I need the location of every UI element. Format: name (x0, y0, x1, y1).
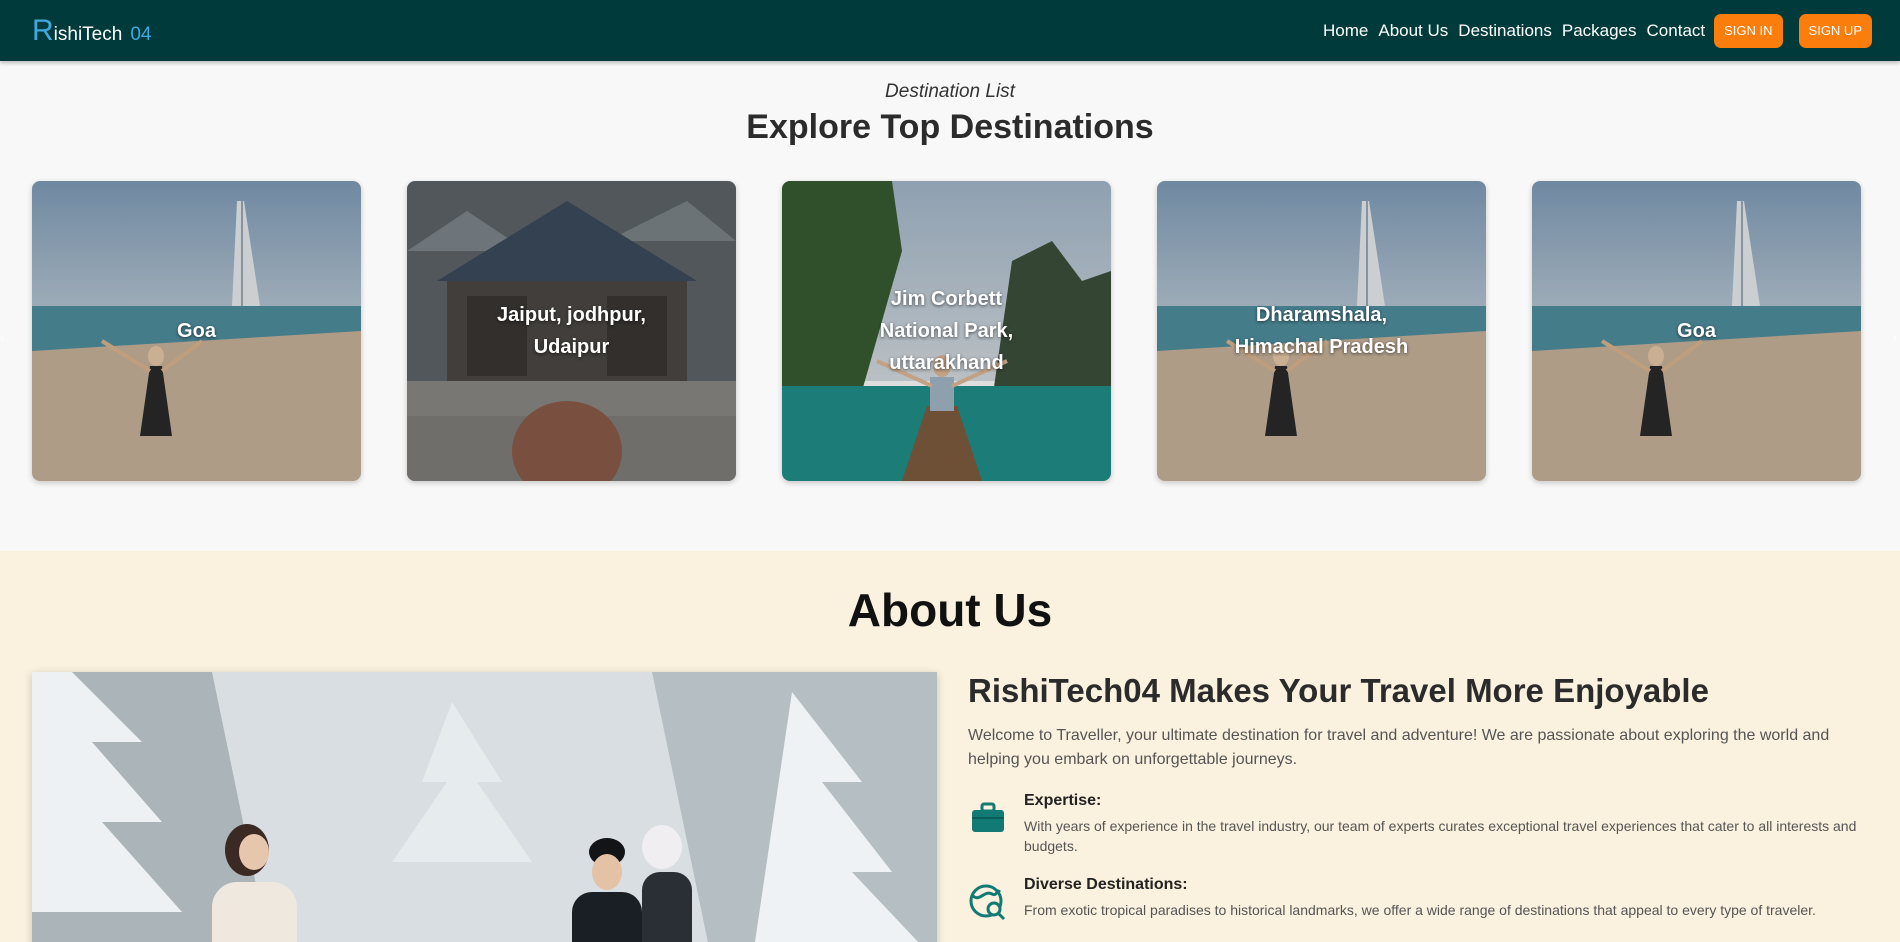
about-image (32, 672, 937, 942)
briefcase-icon (968, 798, 1008, 838)
destination-card-rajasthan[interactable]: Jaiput, jodhpur, Udaipur (407, 181, 736, 481)
destination-card-label: Jim Corbett National Park, uttarakhand (879, 288, 1014, 374)
nav-links: Home About Us Destinations Packages Cont… (1322, 13, 1872, 48)
snow-family-image (32, 672, 937, 942)
nav-link-home[interactable]: Home (1322, 21, 1369, 41)
about-section: About Us RishiTech04 Makes Your Travel M… (0, 551, 1900, 942)
destination-card-label: Goa (177, 320, 216, 342)
destination-card-label: Jaiput, jodhpur, Udaipur (497, 304, 646, 358)
feature-description: With years of experience in the travel i… (1024, 818, 1857, 854)
brand-initial: R (32, 13, 54, 47)
feature-title: Diverse Destinations: (1024, 876, 1188, 893)
nav-link-contact[interactable]: Contact (1646, 21, 1707, 41)
carousel-next-arrow[interactable]: › (1892, 329, 1900, 345)
sign-in-button[interactable]: SIGN IN (1714, 13, 1783, 48)
destination-card-label: Dharamshala, Himachal Pradesh (1234, 304, 1409, 358)
feature-title: Expertise: (1024, 792, 1102, 809)
about-title: About Us (847, 584, 1053, 636)
nav-link-about[interactable]: About Us (1377, 21, 1449, 41)
nav-link-packages[interactable]: Packages (1561, 21, 1638, 41)
destination-card-jim-corbett[interactable]: Jim Corbett National Park, uttarakhand (782, 181, 1111, 481)
brand-logo[interactable]: R ishiTech 04 (32, 13, 152, 47)
sign-up-button[interactable]: SIGN UP (1798, 13, 1872, 48)
about-heading: RishiTech04 Makes Your Travel More Enjoy… (968, 672, 1709, 709)
feature-description: From exotic tropical paradises to histor… (1024, 902, 1816, 918)
brand-number: 04 (130, 23, 152, 45)
destinations-section: Destination List Explore Top Destination… (0, 61, 1900, 551)
destinations-title: Explore Top Destinations (746, 108, 1154, 146)
nav-link-destinations[interactable]: Destinations (1457, 21, 1553, 41)
top-navbar: R ishiTech 04 Home About Us Destinations… (0, 0, 1900, 61)
feature-item: Expertise: With years of experience in t… (968, 792, 1868, 856)
destination-card-dharamshala[interactable]: Dharamshala, Himachal Pradesh (1157, 181, 1486, 481)
carousel-prev-arrow[interactable]: ‹ (0, 329, 8, 345)
globe-search-icon (968, 882, 1008, 922)
destinations-subtitle: Destination List (885, 81, 1015, 102)
about-text: RishiTech04 Makes Your Travel More Enjoy… (968, 672, 1868, 922)
about-intro: Welcome to Traveller, your ultimate dest… (968, 727, 1830, 768)
destination-card-goa-2[interactable]: Goa (1532, 181, 1861, 481)
brand-name: ishiTech (53, 23, 123, 45)
destination-card-label: Goa (1677, 320, 1716, 342)
feature-item: Diverse Destinations: From exotic tropic… (968, 876, 1868, 922)
destination-card-goa[interactable]: Goa (32, 181, 361, 481)
destination-carousel: Goa Jaiput, jodhpur, Udaipur Jim Corbett… (32, 181, 1862, 481)
